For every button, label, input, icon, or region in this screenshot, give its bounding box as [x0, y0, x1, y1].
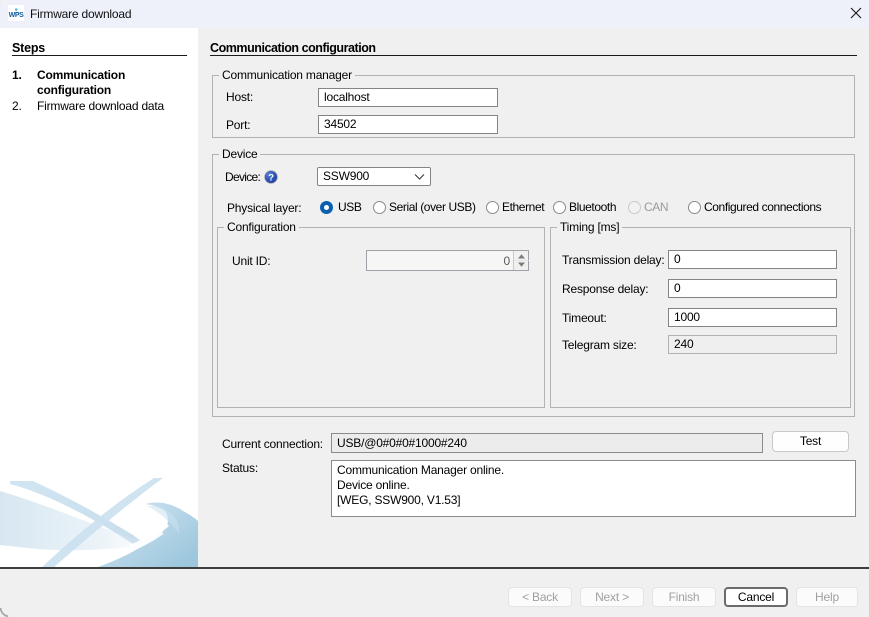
svg-text:WPS: WPS [9, 12, 24, 19]
svg-text:?: ? [268, 172, 274, 183]
